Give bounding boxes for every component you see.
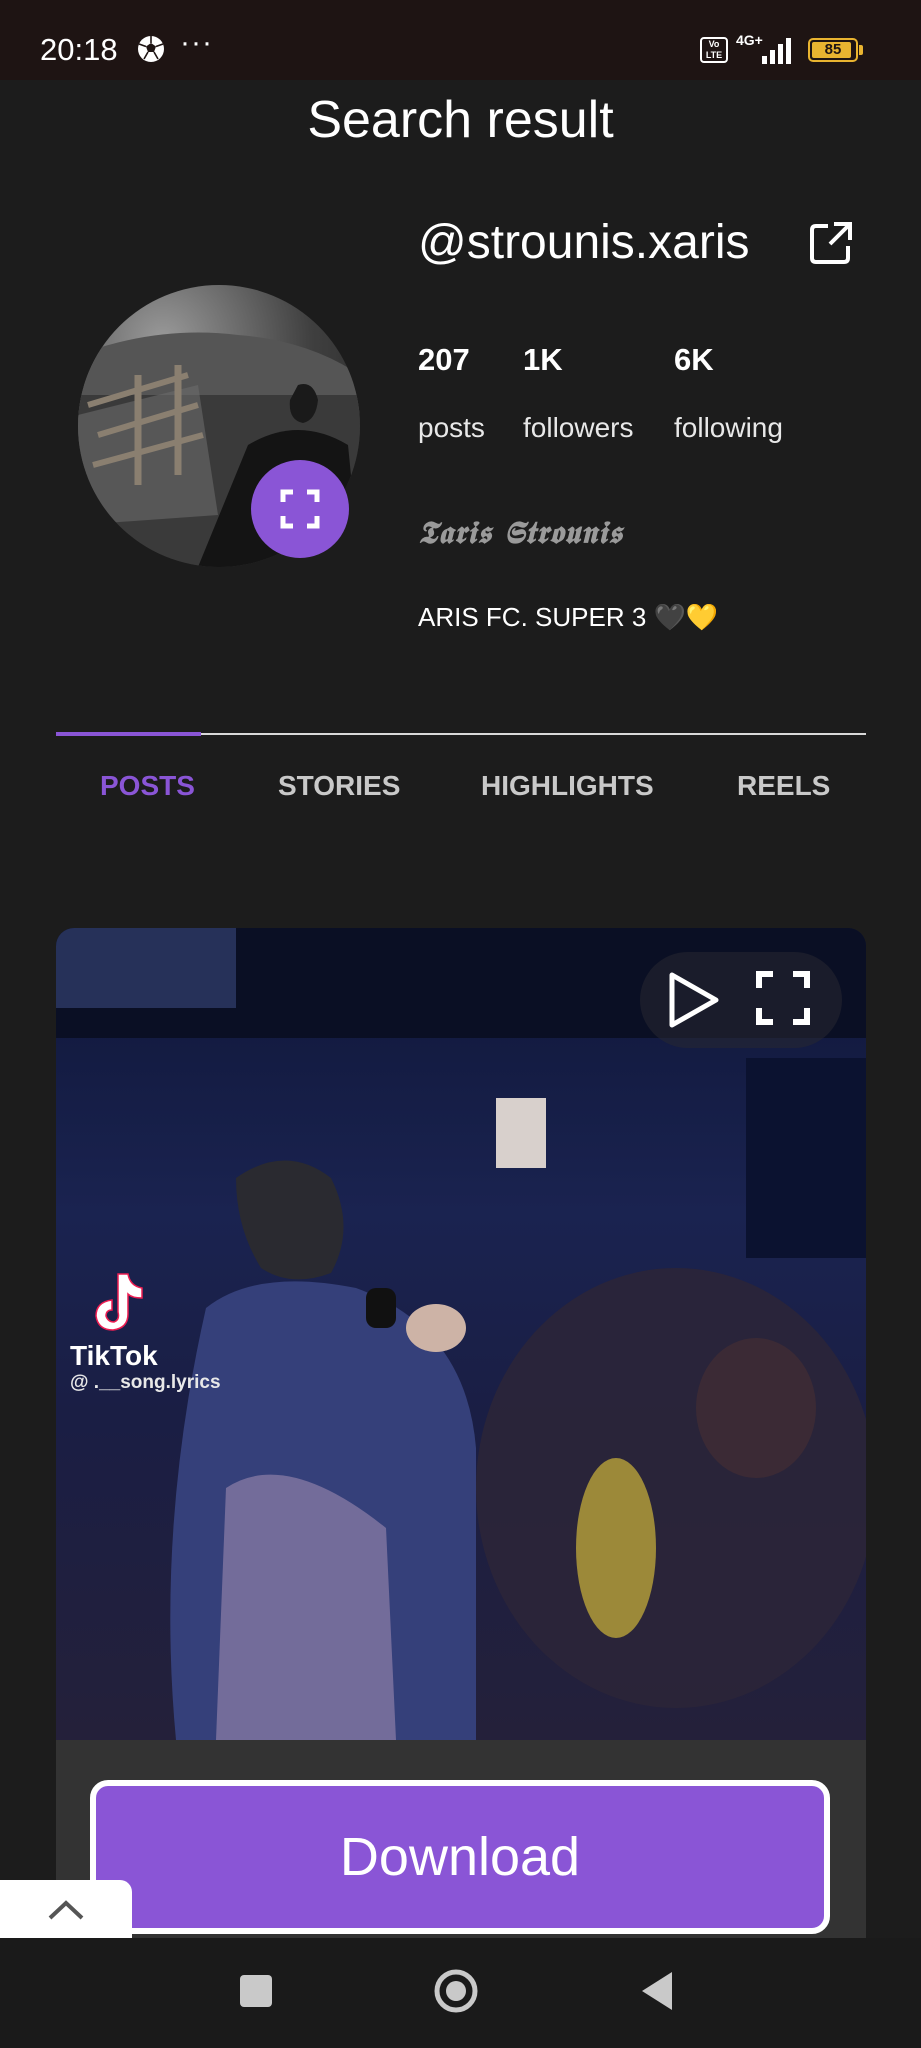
recents-icon[interactable] [240,1975,272,2007]
download-button[interactable]: Download [90,1780,830,1934]
tab-posts[interactable]: POSTS [100,770,195,802]
tiktok-logo-icon [95,1273,143,1331]
profile-display-name: 𝕿𝖆𝖗𝖎𝖘 𝕾𝖙𝖗𝖔𝖚𝖓𝖎𝖘 [418,515,623,551]
video-frame [56,928,866,1740]
profile-username: @strounis.xaris [418,216,750,269]
profile-bio: ARIS FC. SUPER 3 🖤💛 [418,602,719,632]
page-title: Search result [307,91,614,149]
tiktok-watermark-handle: @ .__song.lyrics [70,1372,221,1393]
posts-label: posts [418,412,485,443]
status-bar: 20:18 ··· Vo LTE 4G+ 85 [0,0,921,80]
tab-active-indicator [56,732,201,736]
fullscreen-icon[interactable] [755,970,811,1026]
followers-count: 1K [523,342,563,377]
followers-label: followers [523,412,634,443]
following-label: following [674,412,783,443]
signal-icon [762,38,791,64]
external-link-icon[interactable] [808,220,854,266]
tab-reels[interactable]: REELS [737,770,830,802]
posts-count: 207 [418,342,470,377]
tab-stories[interactable]: STORIES [278,770,400,802]
tiktok-watermark: TikTok [70,1340,158,1371]
battery-tip [859,45,863,55]
chevron-up-icon [48,1900,84,1920]
network-type: 4G+ [736,32,763,48]
battery-level: 85 [824,41,842,58]
tab-highlights[interactable]: HIGHLIGHTS [481,770,654,802]
volte-icon: Vo LTE [700,37,728,63]
avatar-expand-button[interactable] [251,460,349,558]
battery-icon: 85 [808,38,858,62]
back-icon[interactable] [640,1970,674,2012]
post-video[interactable] [56,928,866,1740]
soccer-ball-icon [138,36,164,62]
following-count: 6K [674,342,714,377]
home-icon[interactable] [433,1968,479,2014]
collapse-panel-button[interactable] [0,1880,132,1940]
play-icon[interactable] [666,970,722,1030]
status-overflow: ··· [180,26,213,59]
expand-icon [280,489,320,529]
status-time: 20:18 [40,32,118,67]
